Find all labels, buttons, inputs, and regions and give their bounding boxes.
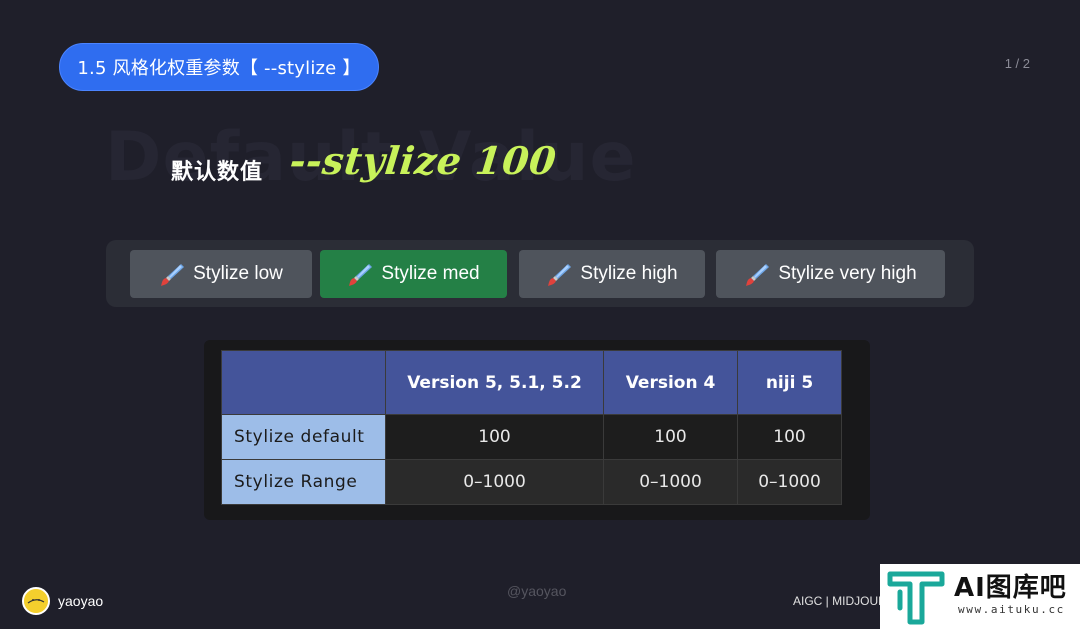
default-value-command: --stylize 100 bbox=[287, 138, 559, 183]
site-logo-text: AI图库吧 bbox=[954, 573, 1067, 603]
table-column-header: Version 4 bbox=[603, 350, 738, 415]
section-title-text: 1.5 风格化权重参数【 --stylize 】 bbox=[77, 58, 361, 79]
stylize-high-label: Stylize high bbox=[580, 263, 678, 284]
site-logo-url: www.aituku.cc bbox=[958, 603, 1065, 616]
table-column-header: Version 5, 5.1, 5.2 bbox=[385, 350, 604, 415]
table-corner-cell bbox=[221, 350, 386, 415]
stylize-very-high-label: Stylize very high bbox=[778, 263, 917, 284]
table-row-header: Stylize Range bbox=[221, 459, 386, 505]
slide: 1.5 风格化权重参数【 --stylize 】 1 / 2 Default V… bbox=[0, 0, 1080, 629]
site-logo-watermark: AI图库吧 www.aituku.cc bbox=[880, 564, 1080, 629]
table-header-row: Version 5, 5.1, 5.2 Version 4 niji 5 bbox=[221, 350, 842, 415]
paintbrush-icon bbox=[546, 261, 572, 287]
stylize-low-label: Stylize low bbox=[193, 263, 283, 284]
paintbrush-icon bbox=[744, 261, 770, 287]
table-row-header: Stylize default bbox=[221, 414, 386, 460]
table-cell: 0–1000 bbox=[737, 459, 842, 505]
table-row: Stylize Range 0–1000 0–1000 0–1000 bbox=[221, 459, 842, 505]
stylize-low-button[interactable]: Stylize low bbox=[130, 250, 312, 298]
table-cell: 100 bbox=[385, 414, 604, 460]
table-row: Stylize default 100 100 100 bbox=[221, 414, 842, 460]
table-cell: 100 bbox=[603, 414, 738, 460]
author-avatar bbox=[22, 587, 50, 615]
author-name: yaoyao bbox=[58, 593, 104, 609]
footer-tagline: AIGC | MIDJOURNEY bbox=[793, 594, 881, 608]
site-logo-icon bbox=[886, 568, 946, 626]
center-watermark: @yaoyao bbox=[507, 583, 567, 599]
table-cell: 100 bbox=[737, 414, 842, 460]
default-value-label: 默认数值 bbox=[171, 160, 264, 185]
page-indicator: 1 / 2 bbox=[1004, 56, 1030, 71]
section-title-pill: 1.5 风格化权重参数【 --stylize 】 bbox=[59, 43, 379, 91]
stylize-med-label: Stylize med bbox=[381, 263, 480, 284]
stylize-med-button[interactable]: Stylize med bbox=[320, 250, 507, 298]
stylize-very-high-button[interactable]: Stylize very high bbox=[716, 250, 945, 298]
stylize-high-button[interactable]: Stylize high bbox=[519, 250, 705, 298]
table-cell: 0–1000 bbox=[603, 459, 738, 505]
paintbrush-icon bbox=[159, 261, 185, 287]
stylize-params-table-container: Version 5, 5.1, 5.2 Version 4 niji 5 Sty… bbox=[204, 340, 870, 520]
table-cell: 0–1000 bbox=[385, 459, 604, 505]
stylize-button-bar: Stylize low Stylize med Stylize high Sty… bbox=[106, 240, 974, 307]
stylize-params-table: Version 5, 5.1, 5.2 Version 4 niji 5 Sty… bbox=[221, 350, 842, 505]
paintbrush-icon bbox=[347, 261, 373, 287]
table-column-header: niji 5 bbox=[737, 350, 842, 415]
